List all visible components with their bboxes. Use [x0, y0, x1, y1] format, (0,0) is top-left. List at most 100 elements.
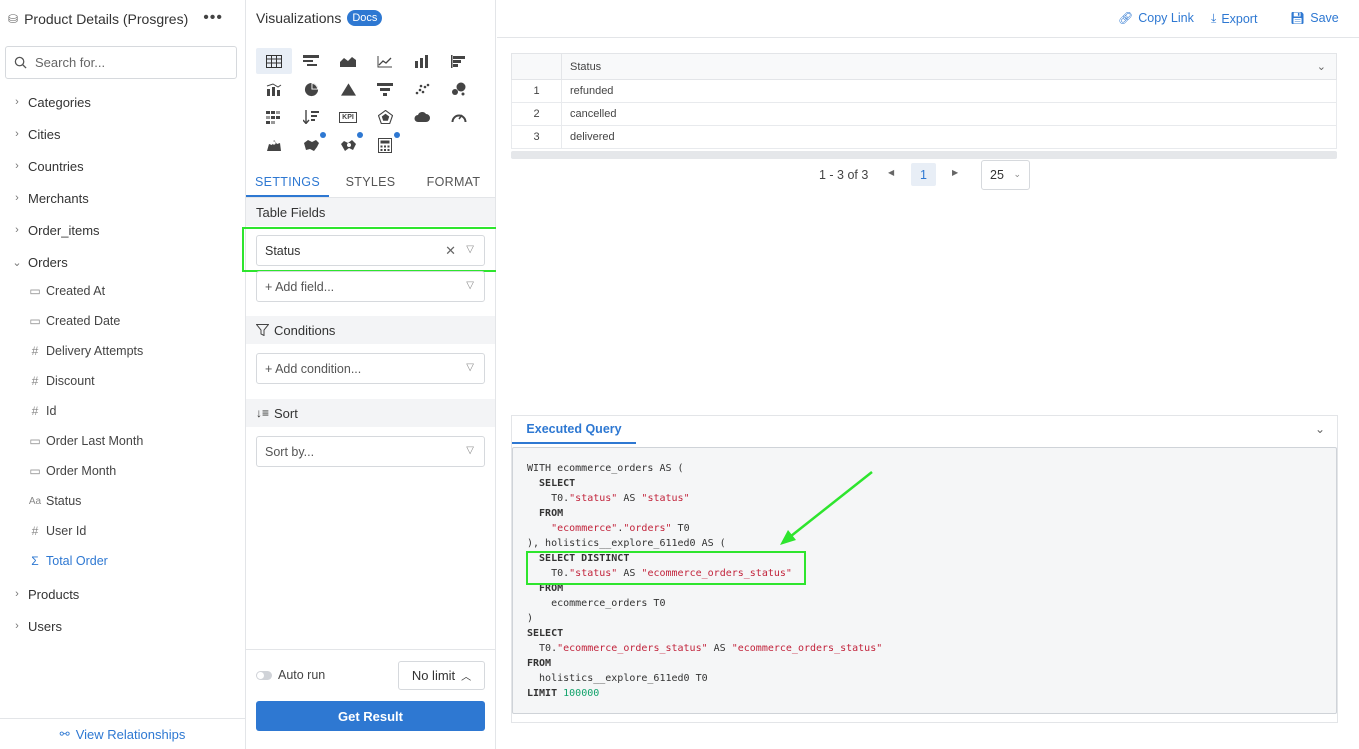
tree-item-users[interactable]: › Users — [12, 615, 62, 637]
viz-funnel-icon[interactable] — [367, 76, 403, 102]
sort-by-select[interactable]: Sort by... ▽ — [256, 436, 485, 467]
sql-line: T0."ecommerce_orders_status" AS "ecommer… — [527, 643, 883, 654]
field-order-last-month[interactable]: ▭ Order Last Month — [28, 430, 143, 452]
new-indicator-dot — [320, 132, 326, 138]
tab-styles[interactable]: STYLES — [329, 168, 412, 197]
sort-label: Sort — [274, 405, 298, 421]
hash-icon: # — [31, 404, 39, 418]
conditions-heading: Conditions — [246, 316, 495, 344]
row-index: 1 — [511, 79, 562, 103]
export-button[interactable]: ⤓ Export — [1211, 11, 1257, 26]
horizontal-scrollbar[interactable] — [511, 151, 1337, 159]
page-size-value: 25 — [990, 168, 1004, 182]
sql-line: SELECT — [527, 628, 564, 639]
viz-region-map-icon[interactable] — [330, 132, 366, 158]
viz-sort-desc-icon[interactable] — [293, 104, 329, 130]
sql-line: ), holistics__explore_611ed0 AS ( — [527, 538, 726, 549]
field-id[interactable]: # Id — [28, 400, 57, 422]
chevron-right-icon: › — [15, 96, 19, 108]
copy-link-button[interactable]: 🔗︎ Copy Link — [1118, 11, 1194, 25]
viz-scatter-icon[interactable] — [404, 76, 440, 102]
viz-kpi-icon[interactable]: KPI — [330, 104, 366, 130]
tree-item-label: Users — [28, 618, 62, 634]
viz-bar-chart-icon[interactable] — [441, 48, 477, 74]
visualizations-title: Visualizations — [256, 10, 342, 26]
status-column-header[interactable]: Status ⌄ — [561, 53, 1337, 80]
viz-pivot-icon[interactable] — [293, 48, 329, 74]
page-size-select[interactable]: 25 ⌄ — [981, 160, 1030, 190]
collapse-chevron-icon[interactable]: ⌄ — [1315, 422, 1325, 436]
field-created-at[interactable]: ▭ Created At — [28, 280, 105, 302]
search-input[interactable] — [35, 55, 215, 70]
hash-icon: # — [31, 374, 39, 388]
tree-item-label: Orders — [28, 254, 68, 270]
tree-item-label: Cities — [28, 126, 61, 142]
previous-page-icon[interactable]: ◀ — [888, 168, 894, 177]
row-limit-select[interactable]: No limit ︿ — [398, 661, 485, 690]
viz-gauge-icon[interactable] — [441, 104, 477, 130]
sidebar-header: ⛁ Product Details (Prosgres) ••• — [0, 0, 245, 38]
view-relationships-label: View Relationships — [75, 726, 186, 742]
viz-heatmap-icon[interactable] — [256, 104, 292, 130]
tree-item-merchants[interactable]: › Merchants — [12, 187, 89, 209]
viz-combo-chart-icon[interactable] — [256, 76, 292, 102]
add-field-select[interactable]: + Add field... ▽ — [256, 271, 485, 302]
field-total-order[interactable]: Σ Total Order — [28, 550, 108, 572]
viz-pie-chart-icon[interactable] — [293, 76, 329, 102]
viz-radar-icon[interactable] — [367, 104, 403, 130]
field-order-month[interactable]: ▭ Order Month — [28, 460, 116, 482]
field-delivery-attempts[interactable]: # Delivery Attempts — [28, 340, 144, 362]
viz-line-chart-icon[interactable] — [367, 48, 403, 74]
docs-badge[interactable]: Docs — [347, 10, 383, 26]
viz-filled-map-icon[interactable] — [293, 132, 329, 158]
tab-executed-query[interactable]: Executed Query — [512, 416, 636, 444]
next-page-icon[interactable]: ▶ — [952, 168, 958, 177]
filter-icon — [256, 324, 269, 336]
tab-settings[interactable]: SETTINGS — [246, 168, 329, 197]
tree-item-order-items[interactable]: › Order_items — [12, 219, 99, 241]
table-header-row: Status ⌄ — [511, 53, 1337, 80]
get-result-button[interactable]: Get Result — [256, 701, 485, 731]
viz-calculator-icon[interactable] — [367, 132, 403, 158]
save-icon: 💾︎ — [1290, 11, 1306, 25]
tree-item-cities[interactable]: › Cities — [12, 123, 61, 145]
viz-point-map-icon[interactable] — [256, 132, 292, 158]
table-cell[interactable]: cancelled — [561, 102, 1337, 126]
auto-run-toggle[interactable] — [256, 671, 272, 680]
sql-line: FROM — [527, 658, 552, 669]
field-status[interactable]: Aa Status — [28, 490, 82, 512]
field-user-id[interactable]: # User Id — [28, 520, 87, 542]
table-cell[interactable]: delivered — [561, 125, 1337, 149]
tree-item-orders[interactable]: ⌄ Orders — [12, 251, 68, 273]
chevron-up-icon: ︿ — [461, 672, 472, 683]
chevron-down-icon[interactable]: ⌄ — [1317, 60, 1326, 73]
tree-item-countries[interactable]: › Countries — [12, 155, 84, 177]
viz-pyramid-icon[interactable] — [330, 76, 366, 102]
chevron-right-icon: › — [15, 192, 19, 204]
viz-column-chart-icon[interactable] — [404, 48, 440, 74]
tree-item-label: Countries — [28, 158, 84, 174]
chevron-down-icon: ▽ — [466, 362, 474, 373]
viz-bubble-icon[interactable] — [441, 76, 477, 102]
tree-item-products[interactable]: › Products — [12, 583, 79, 605]
sql-line: ecommerce_orders T0 — [527, 598, 666, 609]
view-relationships-link[interactable]: ⚯ View Relationships — [0, 718, 245, 749]
add-condition-placeholder: + Add condition... — [265, 361, 362, 376]
more-options-icon[interactable]: ••• — [203, 9, 223, 27]
viz-table-icon[interactable] — [256, 48, 292, 74]
settings-tabs: SETTINGS STYLES FORMAT — [246, 168, 495, 198]
tree-item-label: Products — [28, 586, 80, 602]
field-created-date[interactable]: ▭ Created Date — [28, 310, 120, 332]
viz-area-chart-icon[interactable] — [330, 48, 366, 74]
current-page-button[interactable]: 1 — [911, 163, 936, 186]
field-discount[interactable]: # Discount — [28, 370, 95, 392]
copy-link-label: Copy Link — [1138, 11, 1194, 25]
viz-word-cloud-icon[interactable] — [404, 104, 440, 130]
add-condition-select[interactable]: + Add condition... ▽ — [256, 353, 485, 384]
tab-format[interactable]: FORMAT — [412, 168, 495, 197]
tree-item-categories[interactable]: › Categories — [12, 91, 91, 113]
search-box[interactable] — [5, 46, 237, 79]
annotation-arrow — [780, 471, 873, 545]
save-button[interactable]: 💾︎ Save — [1290, 11, 1339, 25]
table-cell[interactable]: refunded — [561, 79, 1337, 103]
